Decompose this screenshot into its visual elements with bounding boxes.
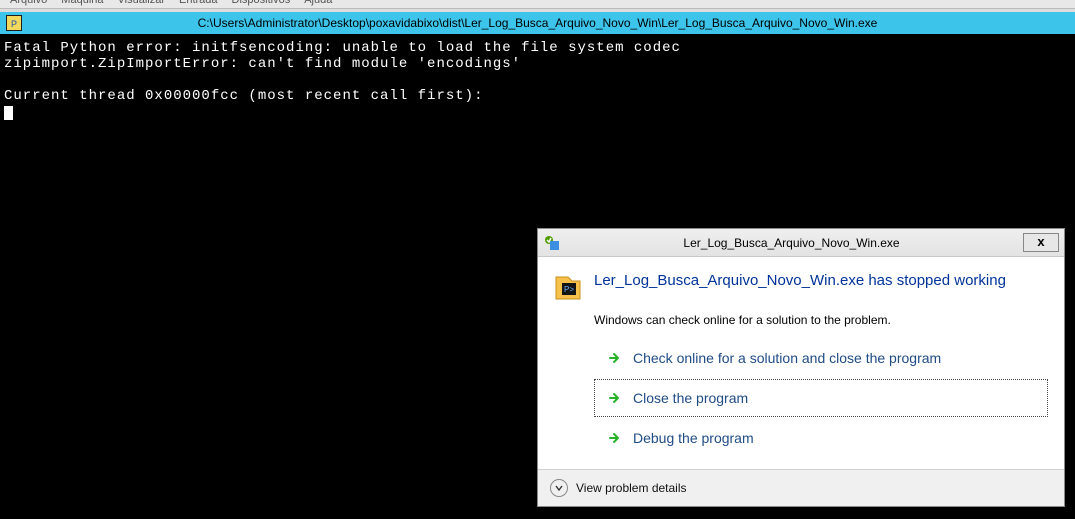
- console-line: Fatal Python error: initfsencoding: unab…: [4, 40, 681, 56]
- menu-dispositivos[interactable]: Dispositivos: [232, 0, 291, 6]
- main-instruction: Ler_Log_Busca_Arquivo_Novo_Win.exe has s…: [594, 271, 1006, 291]
- svg-text:P: P: [11, 19, 17, 29]
- error-dialog: Ler_Log_Busca_Arquivo_Novo_Win.exe x P> …: [537, 228, 1065, 507]
- console-line: Current thread 0x00000fcc (most recent c…: [4, 88, 483, 104]
- dialog-title: Ler_Log_Busca_Arquivo_Novo_Win.exe: [566, 236, 1023, 250]
- cmd-check-online[interactable]: Check online for a solution and close th…: [594, 339, 1048, 377]
- vm-menubar[interactable]: Arquivo Máquina Visualizar Entrada Dispo…: [0, 0, 1075, 8]
- console-title: C:\Users\Administrator\Desktop\poxavidab…: [28, 16, 1075, 30]
- console-titlebar[interactable]: P C:\Users\Administrator\Desktop\poxavid…: [0, 12, 1075, 34]
- cmd-close-program[interactable]: Close the program: [594, 379, 1048, 417]
- cmd-label: Check online for a solution and close th…: [633, 350, 941, 366]
- menu-entrada[interactable]: Entrada: [179, 0, 218, 6]
- cmd-label: Debug the program: [633, 430, 754, 446]
- arrow-icon: [607, 390, 623, 406]
- menu-ajuda[interactable]: Ajuda: [304, 0, 332, 6]
- dialog-body: P> Ler_Log_Busca_Arquivo_Novo_Win.exe ha…: [538, 257, 1064, 470]
- python-exe-icon: P: [6, 15, 22, 31]
- program-icon: P>: [552, 271, 584, 303]
- dialog-app-icon: [544, 235, 560, 251]
- command-links: Check online for a solution and close th…: [594, 339, 1048, 457]
- arrow-icon: [607, 430, 623, 446]
- dialog-content-text: Windows can check online for a solution …: [594, 313, 1048, 327]
- chevron-down-icon: [550, 479, 568, 497]
- dialog-titlebar[interactable]: Ler_Log_Busca_Arquivo_Novo_Win.exe x: [538, 229, 1064, 257]
- menu-visualizar[interactable]: Visualizar: [118, 0, 166, 6]
- menu-arquivo[interactable]: Arquivo: [10, 0, 47, 6]
- cmd-label: Close the program: [633, 390, 748, 406]
- menu-maquina[interactable]: Máquina: [61, 0, 103, 6]
- footer-label: View problem details: [576, 481, 687, 495]
- cmd-debug-program[interactable]: Debug the program: [594, 419, 1048, 457]
- console-cursor: [4, 106, 13, 120]
- console-line: zipimport.ZipImportError: can't find mod…: [4, 56, 521, 72]
- view-problem-details[interactable]: View problem details: [538, 470, 1064, 506]
- close-button[interactable]: x: [1023, 233, 1059, 252]
- svg-text:P>: P>: [564, 285, 574, 294]
- arrow-icon: [607, 350, 623, 366]
